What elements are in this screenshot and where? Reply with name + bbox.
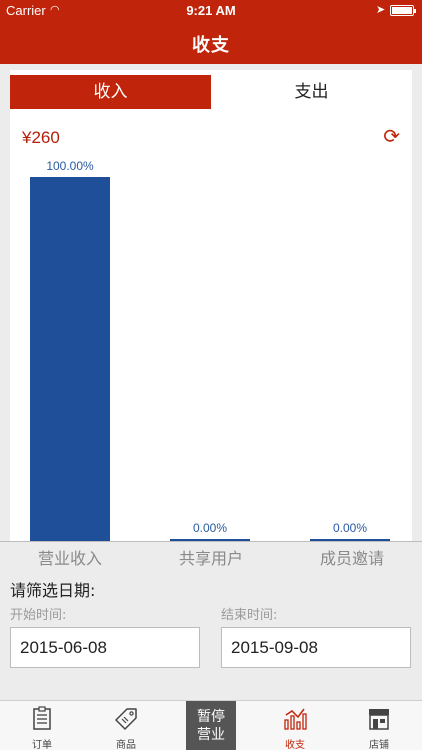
segment-control: 收入 支出 (10, 75, 412, 109)
chart-icon (284, 708, 307, 730)
bar-value-label: 0.00% (192, 521, 228, 535)
tab-finance-label: 收支 (285, 740, 305, 750)
tab-expense[interactable]: 支出 (211, 75, 412, 109)
tab-orders-label: 订单 (32, 740, 52, 750)
end-date-label: 结束时间: (221, 608, 278, 623)
refresh-icon[interactable]: ⟳ (383, 124, 400, 148)
category-label-member-invites: 成员邀请 (319, 549, 384, 568)
tab-finance[interactable]: 收支 (253, 701, 337, 750)
tab-orders[interactable]: 订单 (0, 701, 84, 750)
category-label-shared-users: 共享用户 (178, 549, 243, 568)
tab-products-label: 商品 (116, 740, 136, 750)
orders-icon (33, 706, 51, 730)
location-icon: ➤ (376, 4, 386, 16)
bar-value-label: 0.00% (332, 521, 368, 535)
bar-value-label: 100.00% (46, 159, 94, 173)
page-title: 收支 (192, 35, 230, 56)
status-bar: Carrier ◠ 9:21 AM ➤ (0, 0, 422, 20)
start-date-field[interactable]: 2015-06-08 (10, 627, 200, 668)
tab-bar: 订单 商品 暂停 营业 收支 店铺 (0, 700, 422, 750)
category-label-revenue: 营业收入 (37, 549, 102, 568)
pause-button-label: 暂停 营业 (197, 709, 225, 743)
tab-store-label: 店铺 (369, 740, 389, 750)
chart-bar (30, 177, 110, 541)
nav-bar: 收支 (0, 20, 422, 64)
tab-income[interactable]: 收入 (10, 75, 211, 109)
clock: 9:21 AM (186, 3, 236, 18)
battery-icon (390, 5, 416, 16)
pause-business-button[interactable]: 暂停 营业 (186, 701, 236, 750)
tab-store[interactable]: 店铺 (337, 701, 421, 750)
end-date-field[interactable]: 2015-09-08 (221, 627, 411, 668)
filter-title: 请筛选日期: (10, 581, 96, 600)
tag-icon (115, 708, 137, 730)
axis-line (0, 541, 422, 542)
start-date-label: 开始时间: (10, 608, 67, 623)
store-icon (369, 709, 389, 730)
chart-panel: 收入 支出 ¥260 ⟳ 100.00% 0.00% 0.00% (10, 70, 412, 541)
total-amount: ¥260 (22, 128, 60, 147)
tab-products[interactable]: 商品 (84, 701, 168, 750)
